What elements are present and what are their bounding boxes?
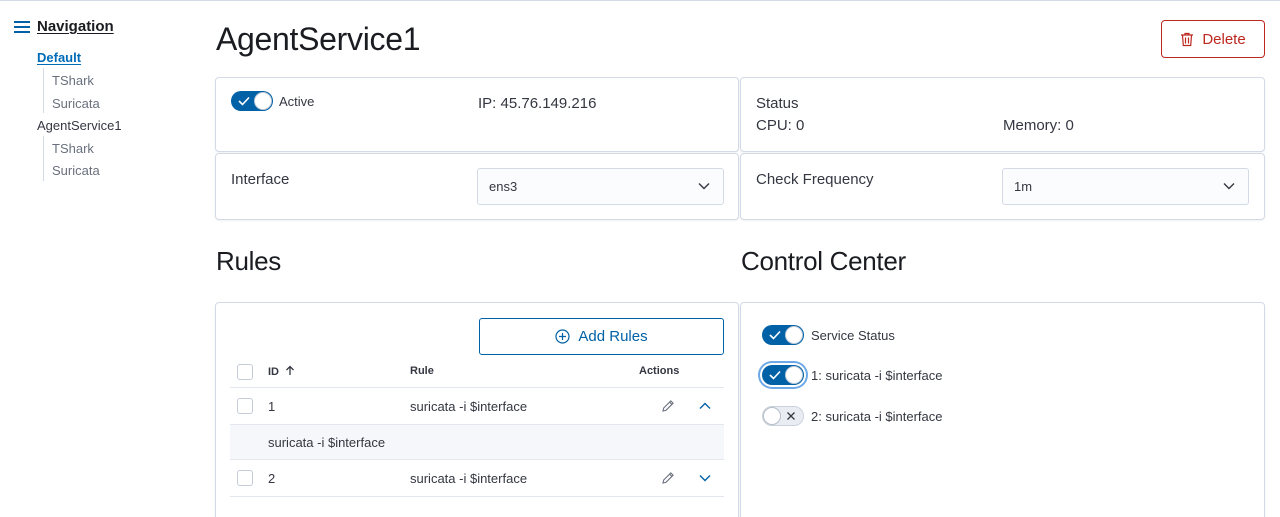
frequency-select[interactable]: 1m: [1002, 168, 1249, 205]
nav-title[interactable]: Navigation: [37, 18, 114, 35]
check-icon: [769, 370, 781, 380]
nav-tree-line: [43, 68, 44, 113]
add-rules-label: Add Rules: [578, 328, 648, 345]
column-header-actions: Actions: [639, 365, 680, 377]
memory-value: Memory: 0: [1003, 117, 1074, 134]
row-checkbox[interactable]: [237, 398, 253, 414]
delete-button[interactable]: Delete: [1161, 20, 1265, 58]
nav-item-default-suricata[interactable]: Suricata: [52, 96, 100, 111]
close-icon: [787, 412, 795, 420]
select-all-checkbox[interactable]: [237, 364, 253, 380]
interface-select[interactable]: ens3: [477, 168, 724, 205]
arrow-up-icon: [286, 365, 295, 375]
frequency-select-value: 1m: [1014, 179, 1033, 194]
active-label: Active: [279, 94, 315, 109]
menu-icon[interactable]: [14, 20, 30, 34]
row-divider: [230, 459, 724, 460]
active-toggle[interactable]: [231, 91, 273, 111]
nav-item-default[interactable]: Default: [37, 50, 81, 65]
check-icon: [238, 96, 250, 106]
rule-1-toggle[interactable]: [762, 365, 804, 385]
ip-address: IP: 45.76.149.216: [478, 95, 597, 112]
service-status-toggle[interactable]: [762, 325, 804, 345]
nav-item-agentservice1-suricata[interactable]: Suricata: [52, 163, 100, 178]
nav-header[interactable]: Navigation: [14, 18, 114, 35]
control-center-title: Control Center: [741, 246, 906, 276]
row-rule: suricata -i $interface: [410, 471, 528, 486]
row-rule: suricata -i $interface: [410, 399, 528, 414]
pencil-icon[interactable]: [661, 471, 675, 485]
rules-title: Rules: [216, 246, 281, 276]
plus-circle-icon: [555, 329, 570, 344]
nav-tree-line: [43, 136, 44, 181]
frequency-label: Check Frequency: [756, 171, 874, 188]
nav-item-agentservice1-tshark[interactable]: TShark: [52, 141, 94, 156]
row-divider: [230, 496, 724, 497]
add-rules-button[interactable]: Add Rules: [479, 318, 724, 355]
service-status-label: Service Status: [811, 328, 895, 343]
page-title: AgentService1: [216, 21, 421, 57]
cpu-value: CPU: 0: [756, 117, 805, 134]
rule-1-label: 1: suricata -i $interface: [811, 368, 943, 383]
rule-2-toggle[interactable]: [762, 406, 804, 426]
column-header-id[interactable]: ID: [268, 365, 295, 378]
pencil-icon[interactable]: [661, 399, 675, 413]
expanded-row-content: suricata -i $interface: [268, 435, 386, 450]
status-label: Status: [756, 95, 799, 112]
info-panel: [215, 77, 739, 152]
chevron-up-icon[interactable]: [699, 402, 711, 410]
delete-button-label: Delete: [1202, 30, 1246, 48]
rule-2-label: 2: suricata -i $interface: [811, 409, 943, 424]
row-id: 1: [268, 399, 276, 414]
chevron-down-icon: [1223, 183, 1235, 190]
interface-select-value: ens3: [489, 179, 518, 194]
chevron-down-icon[interactable]: [699, 474, 711, 482]
sidebar: Navigation Default TShark Suricata Agent…: [0, 1, 200, 517]
row-checkbox[interactable]: [237, 470, 253, 486]
nav-item-default-tshark[interactable]: TShark: [52, 73, 94, 88]
status-panel: [740, 77, 1265, 152]
check-icon: [769, 330, 781, 340]
trash-icon: [1181, 32, 1194, 46]
row-divider: [230, 387, 724, 388]
row-id: 2: [268, 471, 276, 486]
interface-label: Interface: [231, 171, 290, 188]
nav-item-agentservice1[interactable]: AgentService1: [37, 118, 122, 133]
column-header-rule[interactable]: Rule: [410, 365, 434, 377]
chevron-down-icon: [698, 183, 710, 190]
